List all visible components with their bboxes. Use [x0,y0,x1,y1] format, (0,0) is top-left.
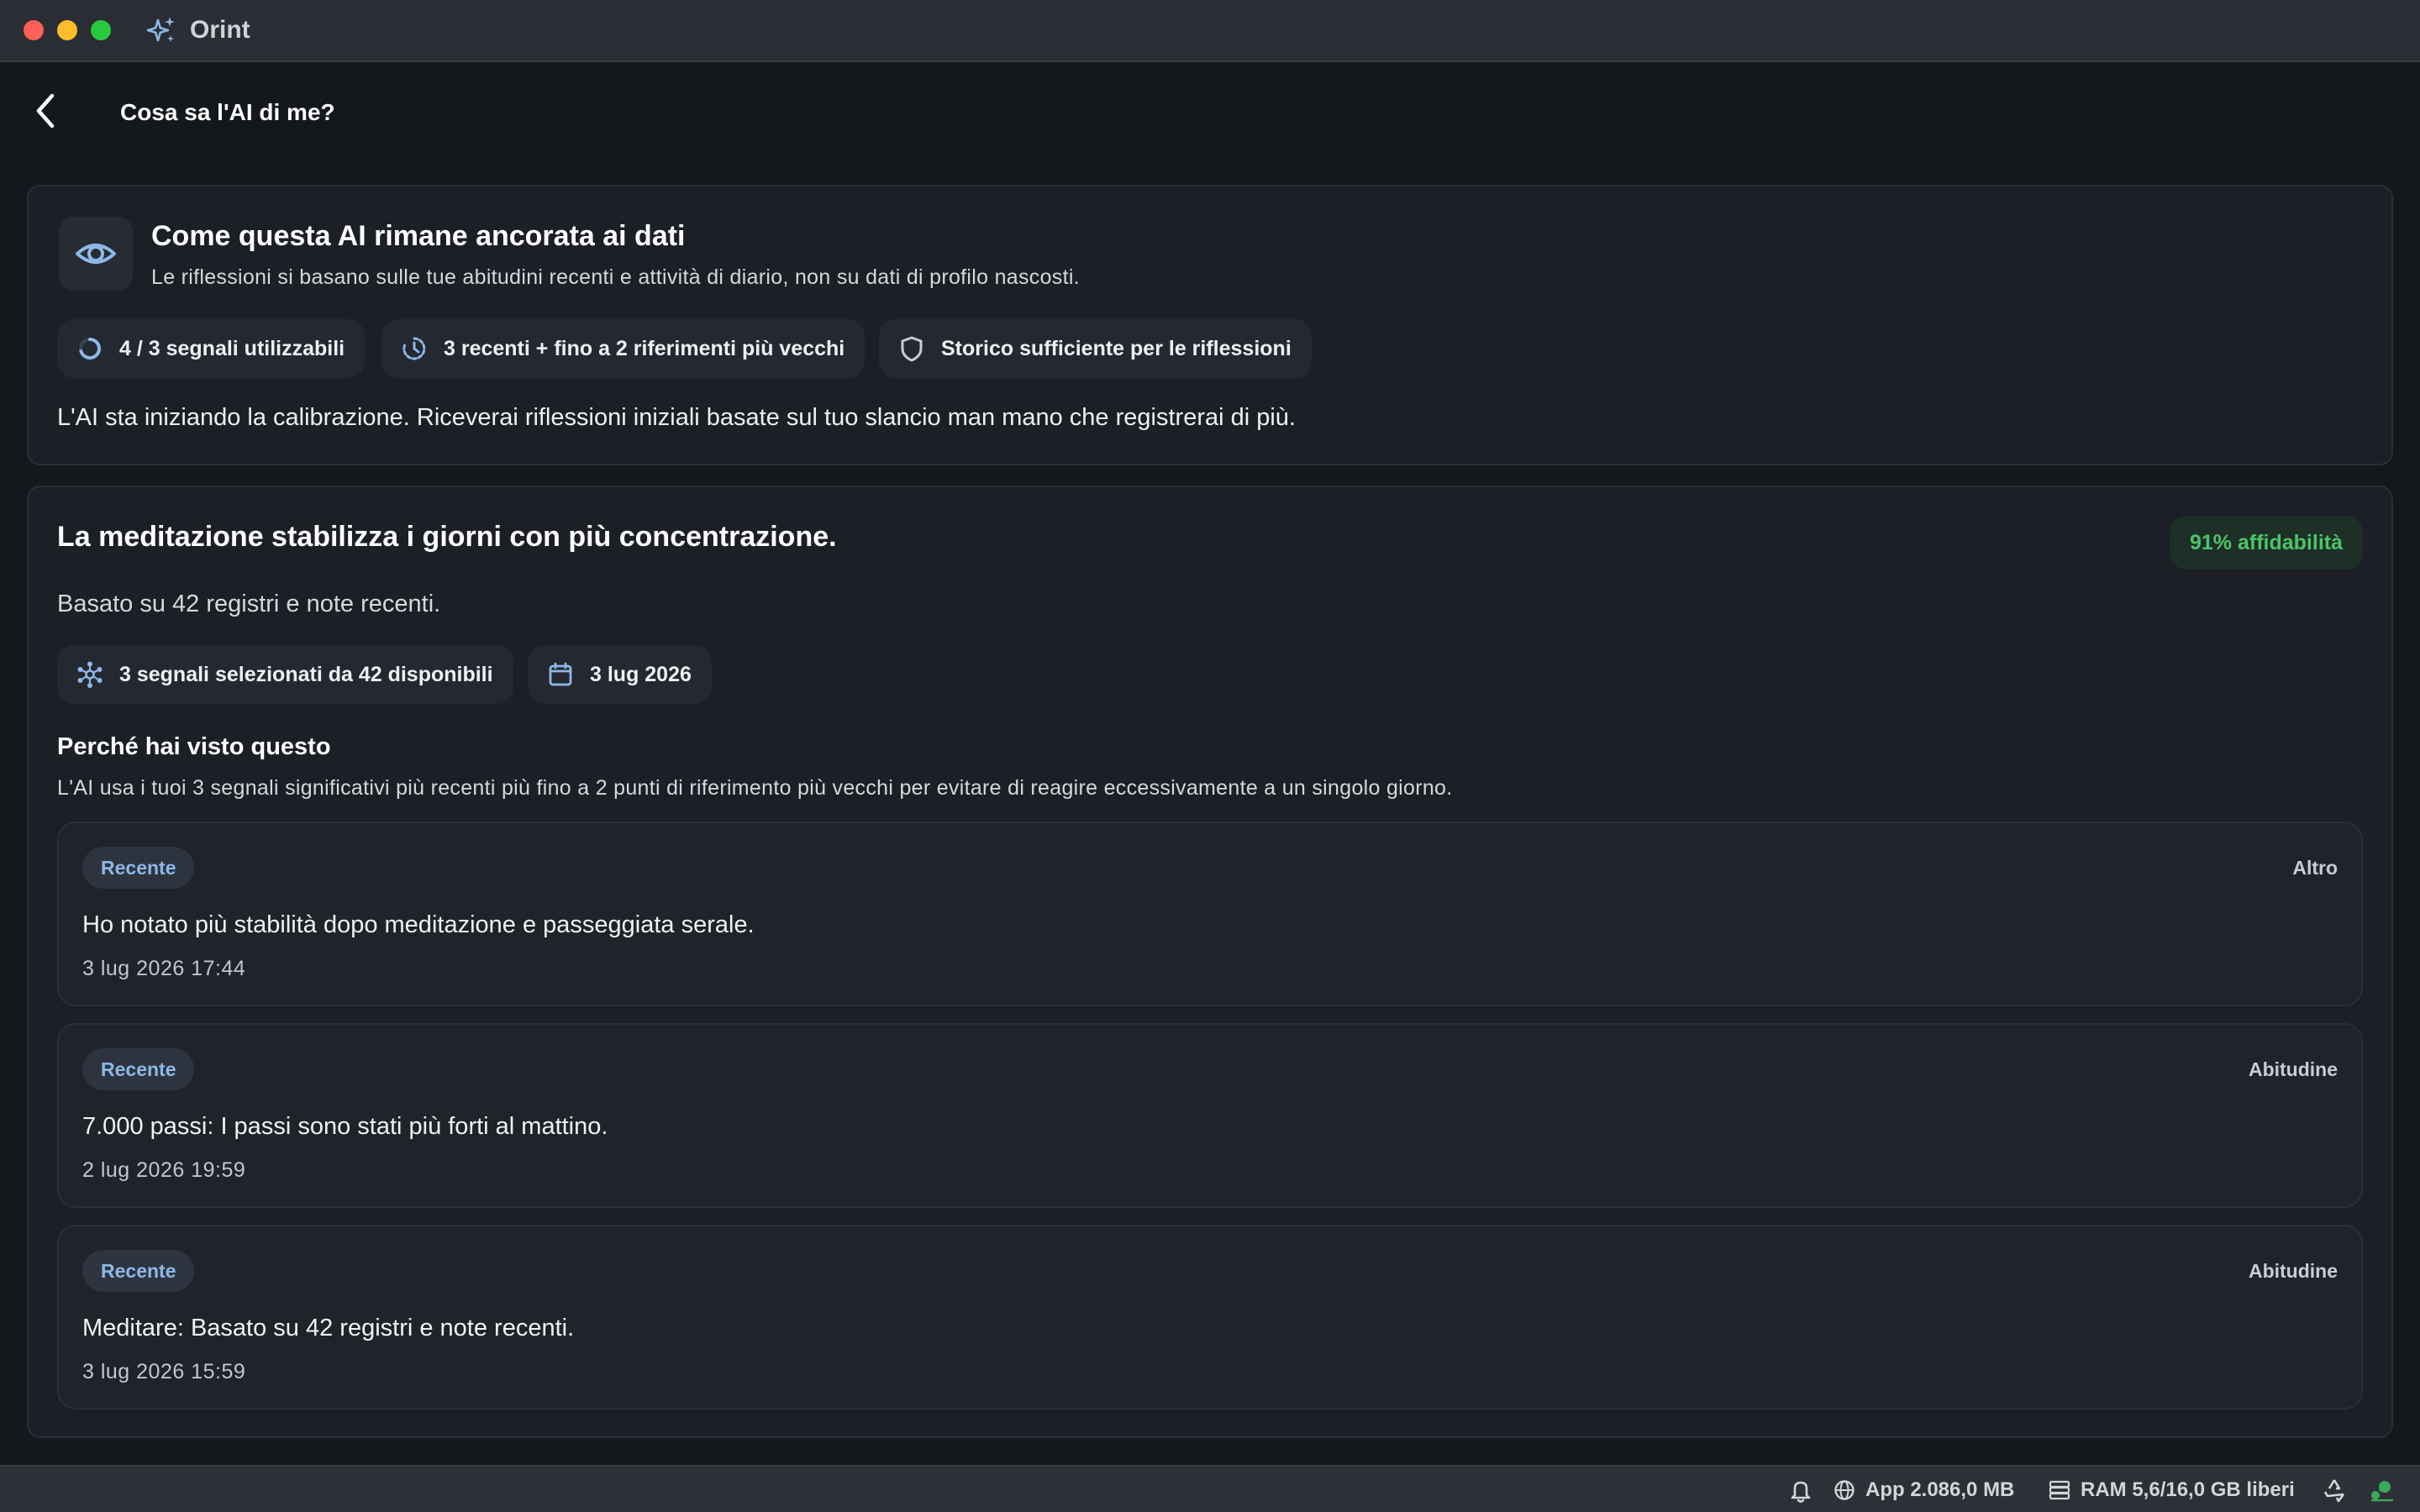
reliability-badge: 91% affidabilità [2170,516,2363,570]
grounding-subtitle: Le riflessioni si basano sulle tue abitu… [151,265,1080,289]
observation-card: Recente Abitudine Meditare: Basato su 42… [57,1225,2363,1410]
app-name: Orint [190,16,250,44]
calendar-icon [549,662,572,686]
selected-signals-chip: 3 segnali selezionati da 42 disponibili [57,645,513,704]
recycle-icon[interactable] [2321,1477,2348,1504]
shield-icon [901,336,923,362]
bell-icon[interactable] [1788,1477,1813,1504]
globe-icon [1834,1480,1854,1500]
observation-category: Abitudine [2248,1260,2338,1282]
references-chip: 3 recenti + fino a 2 riferimenti più vec… [381,319,865,378]
app-memory-label: App 2.086,0 MB [1865,1478,2015,1501]
insight-title: La meditazione stabilizza i giorni con p… [57,521,837,553]
observation-category: Abitudine [2248,1058,2338,1080]
ram-indicator: RAM 5,6/16,0 GB liberi [2049,1478,2295,1502]
observation-time: 2 lug 2026 19:59 [82,1158,246,1182]
insight-basis: Basato su 42 registri e note recenti. [57,591,441,617]
chip-label: 3 segnali selezionati da 42 disponibili [119,662,493,686]
observation-text: 7.000 passi: I passi sono stati più fort… [82,1113,608,1140]
maximize-window-button[interactable] [91,20,111,40]
observation-time: 3 lug 2026 17:44 [82,957,246,980]
date-chip: 3 lug 2026 [528,645,712,704]
window-titlebar: Orint [0,0,2420,62]
chip-label: 4 / 3 segnali utilizzabili [119,336,345,360]
grounding-card: Come questa AI rimane ancorata ai dati L… [27,185,2393,465]
close-window-button[interactable] [24,20,44,40]
calibration-message: L'AI sta iniziando la calibrazione. Rice… [57,404,1296,431]
history-chip: Storico sufficiente per le riflessioni [879,319,1312,378]
observation-card: Recente Abitudine 7.000 passi: I passi s… [57,1023,2363,1208]
recent-badge: Recente [82,1048,195,1090]
chip-label: 3 recenti + fino a 2 riferimenti più vec… [444,336,845,360]
why-text: L'AI usa i tuoi 3 segnali significativi … [57,776,1453,800]
observation-text: Ho notato più stabilità dopo meditazione… [82,911,755,938]
status-bar: App 2.086,0 MB RAM 5,6/16,0 GB liberi [0,1465,2420,1512]
progress-ring-icon [79,338,101,360]
why-title: Perché hai visto questo [57,733,331,760]
minimize-window-button[interactable] [57,20,77,40]
network-status-icon[interactable] [2368,1477,2396,1504]
grounding-title: Come questa AI rimane ancorata ai dati [151,220,686,252]
server-icon [2049,1480,2070,1500]
insight-card: La meditazione stabilizza i giorni con p… [27,486,2393,1438]
chip-label: 3 lug 2026 [590,662,692,686]
sparkles-icon [146,17,175,42]
chevron-left-icon[interactable] [32,91,60,131]
network-nodes-icon [77,661,103,688]
observation-time: 3 lug 2026 15:59 [82,1360,246,1383]
observation-category: Altro [2292,857,2338,879]
clock-history-icon [402,337,426,360]
observation-card: Recente Altro Ho notato più stabilità do… [57,822,2363,1006]
ram-label: RAM 5,6/16,0 GB liberi [2081,1478,2295,1501]
usable-signals-chip: 4 / 3 segnali utilizzabili [57,319,366,378]
reliability-label: 91% affidabilità [2190,530,2343,554]
page-title: Cosa sa l'AI di me? [120,99,335,125]
eye-icon [59,217,133,291]
recent-badge: Recente [82,847,195,889]
recent-badge: Recente [82,1250,195,1292]
chip-label: Storico sufficiente per le riflessioni [941,336,1292,360]
app-memory-indicator: App 2.086,0 MB [1833,1478,2014,1502]
observation-text: Meditare: Basato su 42 registri e note r… [82,1315,575,1341]
